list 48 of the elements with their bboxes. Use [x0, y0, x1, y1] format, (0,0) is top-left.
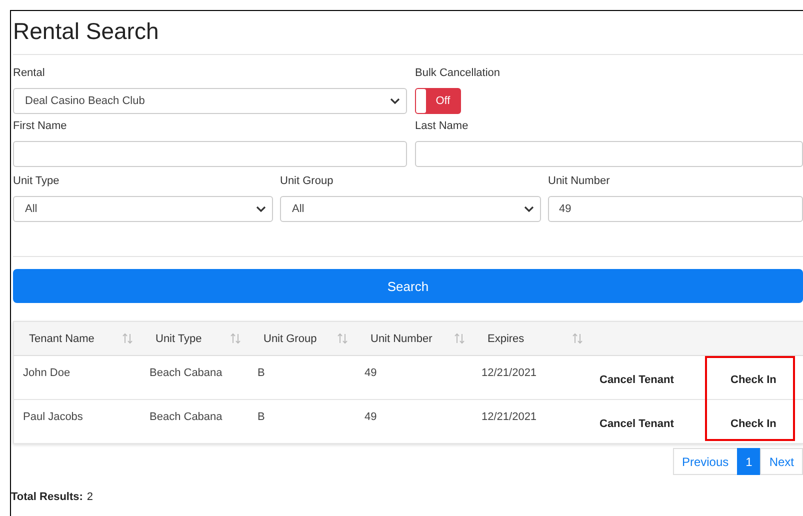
table-cell: Beach Cabana	[150, 367, 222, 379]
column-header: Unit Group	[264, 332, 317, 344]
field-label: Unit Group	[280, 175, 334, 189]
column-header: Tenant Name	[29, 332, 94, 344]
sort-icon[interactable]	[230, 333, 240, 344]
table-cell: 12/21/2021	[482, 367, 537, 379]
column-header: Unit Number	[370, 332, 432, 344]
chevron-down-icon	[390, 98, 400, 104]
bulk-cancellation-toggle[interactable]: Off	[415, 88, 461, 114]
field-label: First Name	[13, 120, 68, 134]
table-cell: 49	[364, 411, 377, 423]
page-button[interactable]: 1	[736, 448, 762, 475]
table-cell: 12/21/2021	[482, 411, 537, 423]
unit-group-select[interactable]: All	[280, 196, 541, 222]
table-cell: John Doe	[23, 367, 70, 379]
field-label: Unit Number	[548, 175, 611, 189]
cancel-tenant-link[interactable]: Cancel Tenant	[600, 374, 674, 386]
table-cell: B	[258, 367, 265, 379]
table-cell: Paul Jacobs	[23, 411, 83, 423]
column-header: Expires	[488, 332, 524, 344]
sort-icon[interactable]	[454, 333, 464, 344]
chevron-down-icon	[524, 206, 534, 212]
field-label: Rental	[13, 67, 46, 81]
total-results-value: 2	[86, 491, 94, 503]
table-cell: 49	[364, 367, 377, 379]
check-in-link[interactable]: Check In	[730, 418, 776, 430]
first-name-input[interactable]	[13, 141, 407, 167]
column-header: Unit Type	[156, 332, 202, 344]
field-label: Unit Type	[13, 175, 60, 189]
page-button[interactable]: Next	[760, 448, 803, 475]
cancel-tenant-link[interactable]: Cancel Tenant	[600, 418, 674, 430]
search-button[interactable]: Search	[13, 269, 803, 303]
field-label: Bulk Cancellation	[415, 67, 501, 81]
rental-select[interactable]: Deal Casino Beach Club	[13, 88, 407, 114]
sort-icon[interactable]	[336, 333, 348, 344]
field-label: Last Name	[415, 120, 470, 134]
page-title: Rental Search	[13, 11, 803, 55]
total-results-label: Total Results:	[11, 491, 83, 503]
page-button[interactable]: Previous	[672, 448, 738, 475]
unit-number-input[interactable]: 49	[548, 196, 803, 222]
sort-icon[interactable]	[572, 333, 582, 344]
unit-type-select[interactable]: All	[13, 196, 273, 222]
table-cell: B	[258, 411, 265, 423]
table-cell: Beach Cabana	[150, 411, 222, 423]
last-name-input[interactable]	[415, 141, 803, 167]
check-in-link[interactable]: Check In	[730, 374, 776, 386]
chevron-down-icon	[256, 206, 266, 212]
sort-icon[interactable]	[122, 333, 132, 344]
